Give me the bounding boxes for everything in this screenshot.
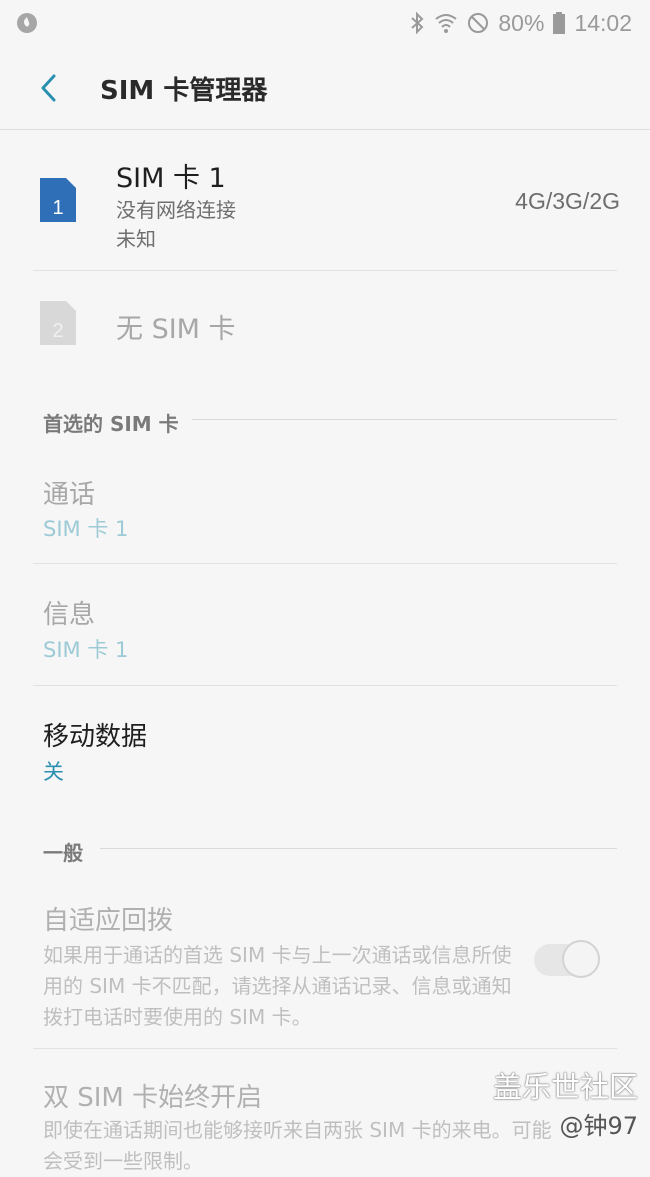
status-icons: 80% 14:02 — [408, 10, 632, 36]
section-header-preferred-sim: 首选的 SIM 卡 — [43, 412, 179, 436]
calls-setting: 通话 SIM 卡 1 — [0, 440, 650, 563]
back-arrow-icon[interactable] — [36, 72, 64, 104]
section-divider — [100, 848, 617, 849]
calls-value: SIM 卡 1 — [43, 517, 129, 541]
status-bar: 80% 14:02 — [0, 0, 650, 46]
sim-card-2-icon: 2 — [40, 301, 76, 345]
calls-label: 通话 — [43, 480, 96, 510]
mobile-data-setting[interactable]: 移动数据 关 — [0, 686, 650, 806]
app-bar: SIM 卡管理器 — [0, 46, 650, 130]
section-divider — [192, 419, 617, 420]
adaptive-callback-label: 自适应回拨 — [43, 906, 174, 936]
battery-percent: 80% — [498, 9, 545, 36]
sim-2-name: 无 SIM 卡 — [116, 314, 236, 345]
watermark-text: 盖乐世社区 — [492, 1070, 638, 1104]
notification-icon — [17, 13, 37, 33]
sim-card-1-number: 1 — [52, 197, 63, 219]
wifi-icon — [435, 14, 458, 33]
adaptive-callback-toggle[interactable] — [534, 940, 602, 980]
sim-slot-2: 2 无 SIM 卡 — [0, 271, 650, 381]
adaptive-callback-description: 如果用于通话的首选 SIM 卡与上一次通话或信息所使用的 SIM 卡不匹配，请选… — [43, 943, 512, 1029]
sim-1-status: 没有网络连接 — [116, 198, 236, 222]
dual-sim-always-on-label: 双 SIM 卡始终开启 — [43, 1083, 263, 1113]
messages-value: SIM 卡 1 — [43, 638, 129, 662]
sim-slot-1[interactable]: 1 SIM 卡 1 没有网络连接 未知 4G/3G/2G — [0, 130, 650, 270]
sim-card-1-icon: 1 — [40, 178, 76, 222]
mobile-data-label: 移动数据 — [43, 722, 148, 752]
mobile-data-value: 关 — [43, 760, 64, 784]
sim-1-network-type: 4G/3G/2G — [515, 188, 620, 214]
dual-sim-always-on-description: 即使在通话期间也能够接听来自两张 SIM 卡的来电。可能会受到一些限制。 — [43, 1118, 552, 1173]
messages-label: 信息 — [43, 600, 96, 630]
clock: 14:02 — [574, 9, 632, 36]
watermark-handle: @钟97 — [559, 1112, 638, 1140]
section-header-general: 一般 — [43, 841, 83, 865]
messages-setting: 信息 SIM 卡 1 — [0, 564, 650, 685]
bluetooth-icon — [411, 11, 424, 35]
do-not-disturb-icon — [468, 13, 489, 33]
toggle-thumb — [562, 940, 600, 978]
sim-card-2-number: 2 — [52, 320, 63, 342]
sim-1-name: SIM 卡 1 — [116, 163, 226, 194]
battery-icon — [553, 12, 566, 34]
page-title: SIM 卡管理器 — [100, 76, 268, 106]
sim-1-detail: 未知 — [116, 227, 156, 251]
